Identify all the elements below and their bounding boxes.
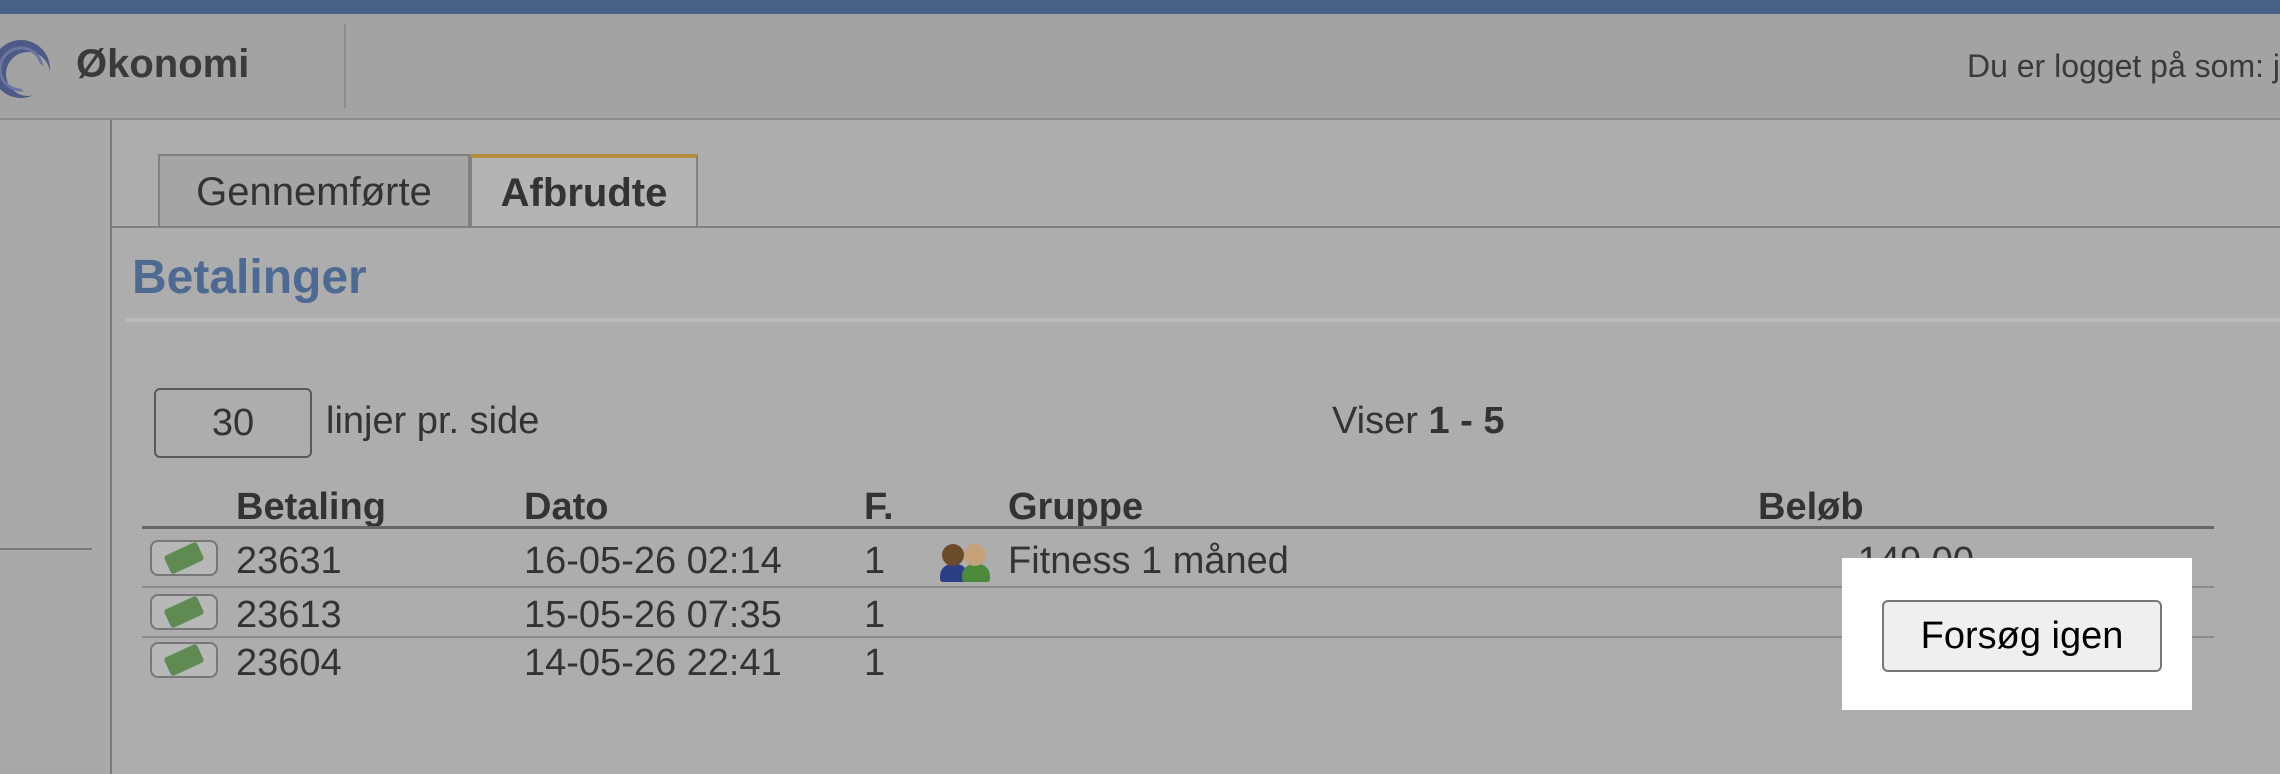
row-payment-id[interactable]: 23604 — [236, 642, 342, 685]
column-header-betaling[interactable]: Betaling — [236, 486, 386, 529]
section-title: Betalinger — [132, 251, 367, 304]
column-header-dato[interactable]: Dato — [524, 486, 608, 529]
row-date: 16-05-26 02:14 — [524, 540, 782, 582]
showing-prefix: Viser — [1332, 400, 1418, 442]
row-f: 1 — [864, 594, 886, 636]
top-accent-bar — [0, 0, 2280, 14]
tab-afbrudte[interactable]: Afbrudte — [470, 154, 698, 226]
sidebar-divider — [0, 548, 92, 550]
payment-bill-icon[interactable] — [150, 540, 218, 576]
payment-bill-icon[interactable] — [150, 594, 218, 630]
sidebar — [0, 120, 112, 774]
header-divider — [344, 24, 346, 108]
group-people-icon — [940, 542, 992, 582]
row-f: 1 — [864, 642, 886, 684]
row-group: Fitness 1 måned — [1008, 540, 1289, 582]
showing-range-value: 1 - 5 — [1428, 400, 1505, 442]
showing-range: Viser 1 - 5 — [1332, 400, 1505, 443]
column-header-gruppe[interactable]: Gruppe — [1008, 486, 1143, 529]
logged-in-as-text: Du er logget på som: j — [1966, 48, 2280, 84]
column-header-f[interactable]: F. — [864, 486, 894, 529]
tabs-baseline — [112, 226, 2280, 228]
app-title: Økonomi — [76, 42, 250, 86]
app-header: Økonomi Du er logget på som: j — [0, 14, 2280, 120]
row-payment-id[interactable]: 23613 — [236, 594, 342, 637]
rows-per-page-input[interactable] — [154, 388, 312, 458]
row-f: 1 — [864, 540, 886, 582]
column-header-belob[interactable]: Beløb — [1758, 486, 1864, 529]
crescent-logo-icon — [0, 40, 50, 98]
table-header-line — [142, 526, 2214, 529]
payment-bill-icon[interactable] — [150, 642, 218, 678]
row-date: 15-05-26 07:35 — [524, 594, 782, 636]
section-divider — [126, 318, 2280, 322]
retry-button[interactable]: Forsøg igen — [1882, 600, 2162, 672]
row-payment-id[interactable]: 23631 — [236, 540, 342, 583]
tab-gennemforte[interactable]: Gennemførte — [158, 154, 470, 226]
row-date: 14-05-26 22:41 — [524, 642, 782, 684]
rows-per-page-label: linjer pr. side — [326, 400, 540, 442]
